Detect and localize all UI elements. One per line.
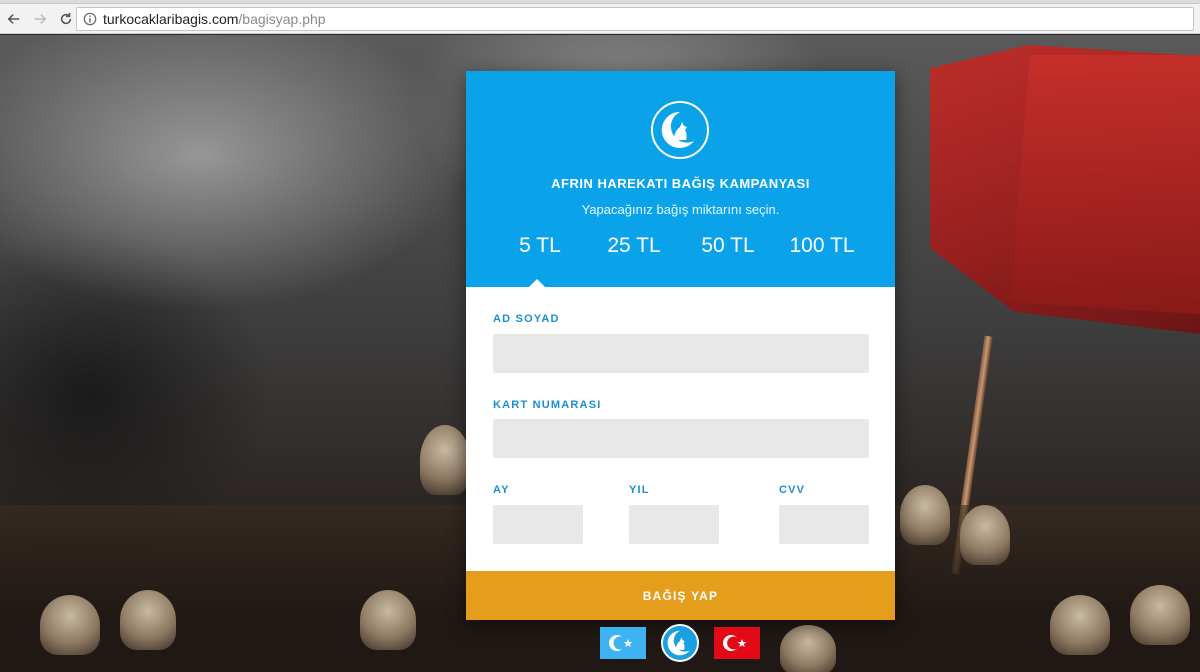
background-soldier: [780, 625, 836, 672]
amount-option-100[interactable]: 100 TL: [775, 234, 869, 258]
name-input[interactable]: [493, 334, 869, 373]
back-arrow-icon[interactable]: [2, 7, 26, 31]
reload-icon[interactable]: [54, 7, 78, 31]
amount-option-50[interactable]: 50 TL: [681, 234, 775, 258]
background-soldier: [1050, 595, 1110, 655]
cvv-input[interactable]: [779, 505, 869, 544]
month-input[interactable]: [493, 505, 583, 544]
amount-option-25[interactable]: 25 TL: [587, 234, 681, 258]
wolf-crescent-logo-icon: [651, 101, 709, 159]
background-soldier: [900, 485, 950, 545]
amount-selector: 5 TL 25 TL 50 TL 100 TL: [493, 234, 877, 258]
wolf-crescent-emblem-icon: [661, 624, 699, 662]
footer-emblems: [600, 623, 760, 663]
background-soldier: [960, 505, 1010, 565]
campaign-subtitle: Yapacağınız bağış miktarını seçin.: [581, 202, 780, 217]
amount-option-5[interactable]: 5 TL: [493, 234, 587, 258]
url-host: turkocaklaribagis.com: [103, 11, 239, 27]
month-label: AY: [493, 484, 510, 496]
info-icon[interactable]: [83, 12, 97, 26]
cvv-label: CVV: [779, 484, 806, 496]
background-soldier: [1130, 585, 1190, 645]
year-label: YIL: [629, 484, 650, 496]
background-soldier: [360, 590, 416, 650]
name-label: AD SOYAD: [493, 313, 560, 325]
card-number-label: KART NUMARASI: [493, 399, 602, 411]
east-turkestan-flag-icon: [600, 627, 646, 659]
donation-card: AFRIN HAREKATI BAĞIŞ KAMPANYASI Yapacağı…: [466, 71, 895, 620]
selected-amount-pointer: [528, 279, 546, 288]
url-path: /bagisyap.php: [238, 11, 326, 27]
address-bar[interactable]: turkocaklaribagis.com/bagisyap.php: [76, 7, 1194, 31]
browser-toolbar: turkocaklaribagis.com/bagisyap.php: [0, 4, 1200, 34]
background-soldier: [40, 595, 100, 655]
campaign-title: AFRIN HAREKATI BAĞIŞ KAMPANYASI: [551, 176, 810, 191]
background-soldier: [420, 425, 470, 495]
donate-button[interactable]: BAĞIŞ YAP: [466, 571, 895, 620]
background-flag-fold: [1010, 55, 1200, 315]
turkish-flag-icon: [714, 627, 760, 659]
background-soldier: [120, 590, 176, 650]
card-number-input[interactable]: [493, 419, 869, 458]
card-header: AFRIN HAREKATI BAĞIŞ KAMPANYASI Yapacağı…: [466, 71, 895, 288]
forward-arrow-icon[interactable]: [28, 7, 52, 31]
year-input[interactable]: [629, 505, 719, 544]
